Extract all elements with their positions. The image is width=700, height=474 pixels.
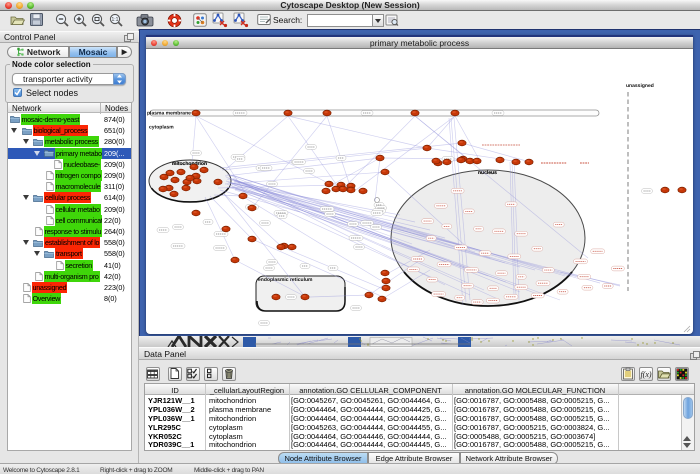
svg-text:1:1: 1:1 <box>112 17 119 23</box>
svg-text:nucleus: nucleus <box>478 170 497 176</box>
svg-text:mitochondrion: mitochondrion <box>172 161 207 167</box>
svg-text:endoplasmic reticulum: endoplasmic reticulum <box>258 277 313 283</box>
svg-text:f(x): f(x) <box>640 370 651 379</box>
svg-text:plasma membrane: plasma membrane <box>147 111 191 117</box>
svg-text:unassigned: unassigned <box>626 83 654 89</box>
svg-text:cytoplasm: cytoplasm <box>149 125 174 131</box>
